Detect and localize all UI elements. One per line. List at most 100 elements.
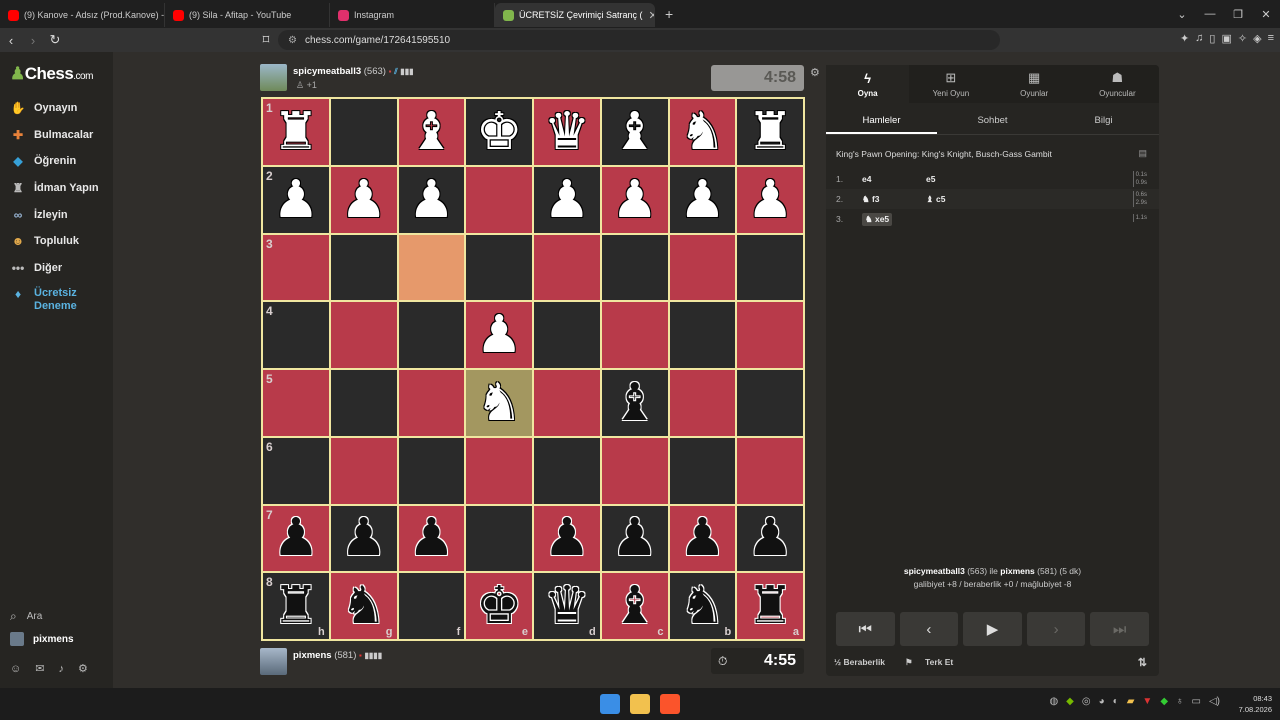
sidebar-item-watch[interactable]: ∞ İzleyin bbox=[10, 208, 68, 222]
tray-icon[interactable]: ◎ bbox=[1082, 696, 1091, 707]
board-square[interactable]: ♟ bbox=[601, 166, 668, 233]
board-square[interactable] bbox=[534, 302, 600, 368]
board-square[interactable] bbox=[330, 437, 397, 504]
board-square[interactable] bbox=[330, 302, 397, 368]
board-square[interactable]: b ♞ bbox=[669, 573, 736, 639]
mail-icon[interactable]: ✉ bbox=[35, 662, 44, 675]
board-square[interactable] bbox=[398, 234, 465, 301]
extensions-icon[interactable]: ✦ bbox=[1180, 32, 1189, 45]
back-icon[interactable]: ‹ bbox=[0, 33, 22, 48]
white-pawn-icon[interactable]: ♟ bbox=[679, 174, 726, 226]
draw-button[interactable]: ½ Beraberlik bbox=[834, 657, 895, 667]
board-square[interactable]: d ♛ bbox=[534, 573, 600, 639]
tray-icon[interactable]: ▼ bbox=[1142, 696, 1152, 707]
move-black[interactable]: e5 bbox=[926, 174, 990, 184]
friends-icon[interactable]: ☺ bbox=[10, 663, 21, 675]
sidebar-item-train[interactable]: ♜ İdman Yapın bbox=[10, 181, 99, 195]
black-pawn-icon[interactable]: ♟ bbox=[679, 512, 726, 564]
board-square[interactable]: ♟ bbox=[534, 505, 600, 572]
board-square[interactable]: ♟ bbox=[398, 505, 465, 572]
board-square[interactable] bbox=[330, 99, 397, 165]
chess-board[interactable]: 1 ♜ ♝ ♚ ♛ ♝ ♞ ♜ 2 ♟ ♟ ♟ ♟ ♟ ♟ ♟ 3 4 ♟ 5 ♞ ♝ 6 7 ♟ ♟ ♟ ♟ ♟ ♟ ♟ 8 h ♜ g ♞ f e ♚ d… bbox=[261, 97, 805, 641]
black-pawn-icon[interactable]: ♟ bbox=[747, 512, 794, 564]
discord-icon[interactable]: ◕ bbox=[1099, 696, 1105, 707]
board-square[interactable] bbox=[669, 370, 736, 436]
board-square[interactable]: 2 ♟ bbox=[263, 166, 329, 233]
sidebar-item-more[interactable]: ••• Diğer bbox=[10, 261, 62, 275]
tray-icon[interactable]: ◐ bbox=[1113, 696, 1119, 707]
play-button[interactable]: ▶ bbox=[963, 612, 1022, 646]
board-square[interactable] bbox=[737, 370, 803, 436]
board-square[interactable] bbox=[669, 437, 736, 504]
board-square[interactable]: ♛ bbox=[534, 99, 600, 165]
board-square[interactable]: f bbox=[398, 573, 465, 639]
black-rook-icon[interactable]: ♜ bbox=[273, 580, 320, 632]
board-square[interactable] bbox=[737, 437, 803, 504]
first-move-button[interactable]: ⏮ bbox=[836, 612, 895, 646]
board-square[interactable]: ♟ bbox=[534, 166, 600, 233]
white-pawn-icon[interactable]: ♟ bbox=[544, 174, 591, 226]
white-queen-icon[interactable]: ♛ bbox=[544, 106, 591, 158]
black-pawn-icon[interactable]: ♟ bbox=[340, 512, 387, 564]
minimize-icon[interactable]: — bbox=[1196, 8, 1224, 20]
opening-name[interactable]: King's Pawn Opening: King's Knight, Busc… bbox=[836, 149, 1052, 159]
brave-browser-icon[interactable] bbox=[660, 694, 680, 714]
black-knight-icon[interactable]: ♞ bbox=[679, 580, 726, 632]
board-square[interactable]: ♟ bbox=[669, 505, 736, 572]
resign-button[interactable]: ⚑ Terk Et bbox=[905, 657, 963, 668]
board-square[interactable]: g ♞ bbox=[330, 573, 397, 639]
tab-new-game[interactable]: ⊞ Yeni Oyun bbox=[909, 65, 992, 103]
white-knight-icon[interactable]: ♞ bbox=[679, 106, 726, 158]
black-pawn-icon[interactable]: ♟ bbox=[544, 512, 591, 564]
new-tab-button[interactable]: + bbox=[665, 6, 673, 22]
taskbar-clock[interactable]: 08:43 7.08.2026 bbox=[1239, 693, 1272, 715]
tab-chat[interactable]: Sohbet bbox=[937, 109, 1048, 134]
white-bishop-icon[interactable]: ♝ bbox=[611, 106, 658, 158]
board-square[interactable] bbox=[737, 302, 803, 368]
black-queen-icon[interactable]: ♛ bbox=[544, 580, 591, 632]
sidebar-search[interactable]: ⌕ Ara bbox=[10, 609, 42, 624]
close-icon[interactable]: ✕ bbox=[643, 9, 654, 22]
network-icon[interactable]: ▭ bbox=[1192, 696, 1201, 707]
maximize-icon[interactable]: ❐ bbox=[1224, 8, 1252, 21]
chevron-down-icon[interactable]: ⌄ bbox=[1168, 8, 1196, 21]
board-square[interactable]: ♜ bbox=[737, 99, 803, 165]
close-window-icon[interactable]: ✕ bbox=[1252, 8, 1280, 21]
board-square[interactable] bbox=[398, 437, 465, 504]
reload-icon[interactable]: ↻ bbox=[44, 32, 66, 48]
board-square[interactable]: ♝ bbox=[601, 99, 668, 165]
white-rook-icon[interactable]: ♜ bbox=[747, 106, 794, 158]
board-square[interactable]: ♟ bbox=[466, 302, 532, 368]
board-settings-gear-icon[interactable]: ⚙ bbox=[810, 66, 820, 79]
move-white[interactable]: e4 bbox=[862, 174, 926, 184]
move-white[interactable]: ♞ f3 bbox=[862, 194, 926, 205]
volume-icon[interactable]: ◁) bbox=[1209, 696, 1220, 707]
move-white-current[interactable]: ♞ xe5 bbox=[862, 212, 893, 226]
board-square[interactable]: ♞ bbox=[669, 99, 736, 165]
last-move-button[interactable]: ⏭ bbox=[1090, 612, 1149, 646]
leo-icon[interactable]: ✧ bbox=[1238, 32, 1247, 45]
browser-tab-4[interactable]: ÜCRETSİZ Çevrimiçi Satranç ( ✕ bbox=[495, 3, 655, 27]
white-pawn-icon[interactable]: ♟ bbox=[611, 174, 658, 226]
board-square[interactable] bbox=[466, 437, 532, 504]
board-square[interactable] bbox=[330, 370, 397, 436]
board-square[interactable]: e ♚ bbox=[466, 573, 532, 639]
board-square[interactable] bbox=[398, 302, 465, 368]
board-square[interactable]: ♝ bbox=[398, 99, 465, 165]
url-input[interactable]: ⚙ chess.com/game/172641595510 bbox=[278, 30, 1000, 50]
board-square[interactable]: 4 bbox=[263, 302, 329, 368]
browser-tab-1[interactable]: (9) Kanove - Adsız (Prod.Kanove) - Yo bbox=[0, 3, 165, 27]
board-square[interactable]: ♟ bbox=[601, 505, 668, 572]
board-square[interactable]: ♟ bbox=[737, 166, 803, 233]
flip-board-icon[interactable]: ⇅ bbox=[1138, 656, 1147, 669]
tray-icon[interactable]: ◍ bbox=[1049, 696, 1058, 707]
board-square[interactable]: 1 ♜ bbox=[263, 99, 329, 165]
prev-move-button[interactable]: ‹ bbox=[899, 612, 959, 646]
chess-logo[interactable]: ♟Chess.com bbox=[10, 64, 93, 84]
board-square[interactable]: ♞ bbox=[466, 370, 532, 436]
board-square[interactable] bbox=[669, 234, 736, 301]
board-square[interactable]: ♚ bbox=[466, 99, 532, 165]
tray-icon[interactable]: ◆ bbox=[1160, 696, 1168, 707]
board-square[interactable]: ♟ bbox=[737, 505, 803, 572]
board-square[interactable] bbox=[737, 234, 803, 301]
